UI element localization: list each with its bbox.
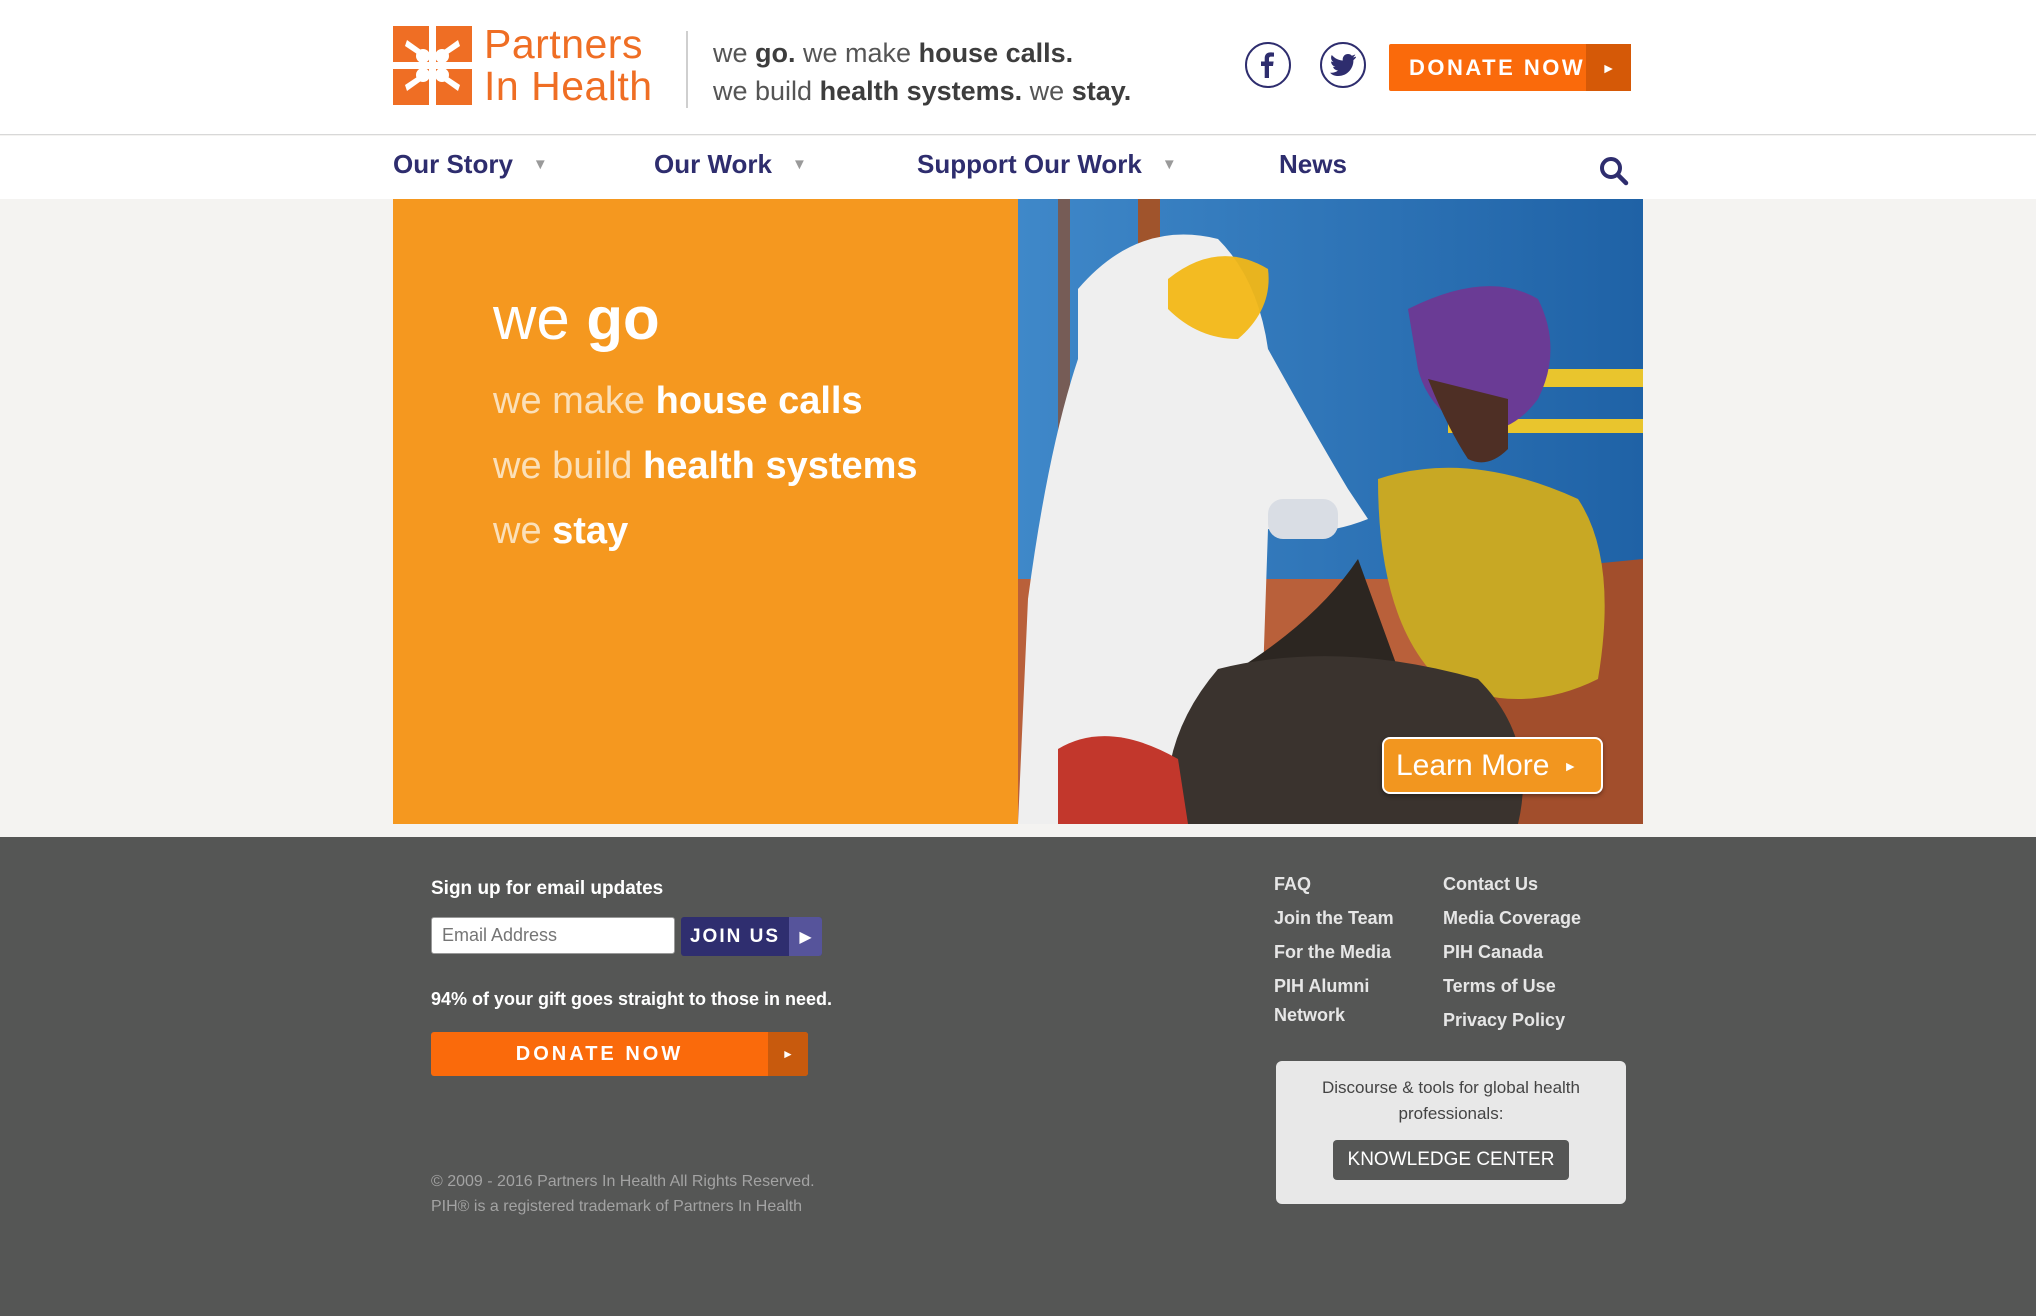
logo-line-1: Partners [484, 21, 643, 67]
play-arrow-icon: ► [1586, 44, 1631, 91]
header-divider [686, 31, 688, 108]
footer-links-col-1: FAQ Join the Team For the Media PIH Alum… [1274, 870, 1404, 1035]
knowledge-center-text: Discourse & tools for global health prof… [1322, 1078, 1580, 1123]
hero-line-1: we go [493, 285, 660, 352]
caret-down-icon: ▼ [791, 156, 807, 173]
footer-links-col-2: Contact Us Media Coverage PIH Canada Ter… [1443, 870, 1603, 1040]
knowledge-center-box: Discourse & tools for global health prof… [1276, 1061, 1626, 1204]
hands-logo-icon [393, 25, 472, 105]
nav-our-story[interactable]: Our Story ▼ [393, 149, 548, 180]
play-arrow-icon: ► [768, 1032, 808, 1076]
play-arrow-icon: ► [1563, 757, 1578, 774]
footer-link-pih-alumni-network[interactable]: PIH Alumni Network [1274, 972, 1404, 1030]
donate-now-button[interactable]: DONATE NOW ► [1389, 44, 1631, 91]
logo-line-2: In Health [484, 63, 653, 109]
logo-wordmark: Partners In Health [484, 23, 653, 107]
hero-line-4: we stay [493, 510, 629, 552]
footer-link-faq[interactable]: FAQ [1274, 870, 1404, 899]
knowledge-center-button[interactable]: KNOWLEDGE CENTER [1332, 1140, 1570, 1180]
twitter-icon[interactable] [1320, 42, 1366, 88]
donate-now-label: DONATE NOW [1409, 54, 1586, 80]
hero-text-panel: we go we make house calls we build healt… [393, 199, 1018, 824]
hero-photo [1018, 199, 1643, 824]
nav-support-our-work[interactable]: Support Our Work ▼ [917, 149, 1177, 180]
footer-link-contact-us[interactable]: Contact Us [1443, 870, 1603, 899]
play-arrow-icon: ▶ [789, 917, 822, 956]
nav-our-work[interactable]: Our Work ▼ [654, 149, 807, 180]
footer-link-join-the-team[interactable]: Join the Team [1274, 904, 1404, 933]
email-signup-heading: Sign up for email updates [431, 878, 664, 899]
pih-logo[interactable]: Partners In Health [393, 23, 653, 107]
footer-link-privacy-policy[interactable]: Privacy Policy [1443, 1006, 1603, 1035]
gift-statement: 94% of your gift goes straight to those … [431, 989, 833, 1009]
footer-link-terms-of-use[interactable]: Terms of Use [1443, 972, 1603, 1001]
caret-down-icon: ▼ [1161, 156, 1177, 173]
caret-down-icon: ▼ [532, 156, 548, 173]
nav-news[interactable]: News [1279, 149, 1347, 180]
learn-more-label: Learn More [1396, 748, 1550, 782]
search-icon[interactable] [1599, 156, 1629, 186]
join-us-label: JOIN US [689, 925, 781, 947]
join-us-button[interactable]: JOIN US ▶ [681, 917, 822, 956]
footer-link-for-the-media[interactable]: For the Media [1274, 938, 1404, 967]
hero-tagline: we go we make house calls we build healt… [493, 284, 918, 564]
hero-line-3: we build health systems [493, 445, 918, 487]
facebook-icon[interactable] [1245, 42, 1291, 88]
main-nav: Our Story ▼ Our Work ▼ Support Our Work ▼ N… [0, 136, 2036, 199]
donate-now-label: DONATE NOW [515, 1042, 684, 1065]
hero-line-2: we make house calls [493, 380, 863, 422]
footer-donate-now-button[interactable]: DONATE NOW ► [431, 1032, 808, 1076]
site-footer: Sign up for email updates JOIN US ▶ 94% … [0, 837, 2036, 1316]
learn-more-button[interactable]: Learn More ► [1382, 737, 1603, 794]
footer-link-media-coverage[interactable]: Media Coverage [1443, 904, 1603, 933]
site-header: Partners In Health we go. we make house … [0, 0, 2036, 135]
header-tagline: we go. we make house calls. we build hea… [713, 38, 1132, 106]
copyright-notice: © 2009 - 2016 Partners In Health All Rig… [431, 1173, 815, 1215]
footer-link-pih-canada[interactable]: PIH Canada [1443, 938, 1603, 967]
email-input[interactable] [431, 917, 675, 954]
